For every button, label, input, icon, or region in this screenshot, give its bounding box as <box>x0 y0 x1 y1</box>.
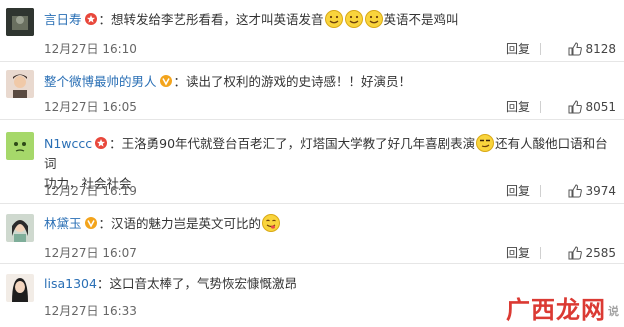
divider <box>540 185 541 197</box>
like-button[interactable]: 8051 <box>548 98 616 116</box>
username[interactable]: lisa1304 <box>44 276 97 291</box>
timestamp: 12月27日 16:19 <box>44 184 137 198</box>
comment-meta: 12月27日 16:07 回复 2585 <box>44 244 616 262</box>
comment-text: 整个微博最帅的男人 ：读出了权利的游戏的史诗感！！好演员！ <box>44 74 412 89</box>
thumbs-up-icon <box>568 246 583 260</box>
smile-emoji-icon <box>364 10 383 28</box>
comment-item: lisa1304：这口音太棒了，气势恢宏慷慨激昂 12月27日 16:33 广西… <box>0 264 624 327</box>
reply-button[interactable]: 回复 <box>506 98 530 116</box>
reply-button[interactable]: 回复 <box>506 182 530 200</box>
username[interactable]: 林黛玉 <box>44 216 82 231</box>
comment-item: N1wccc ：王洛勇90年代就登台百老汇了，灯塔国大学教了好几年喜剧表演 还有人酸… <box>0 120 624 204</box>
username[interactable]: 言日寿 <box>44 12 82 27</box>
watermark: 广西龙网说 <box>506 296 620 324</box>
smile-emoji-icon <box>344 10 363 28</box>
avatar[interactable] <box>6 132 34 160</box>
yum-emoji-icon <box>262 214 281 232</box>
divider <box>540 247 541 259</box>
comment-item: 林黛玉 ：汉语的魅力岂是英文可比的 12月27日 16:07 回复 2585 <box>0 204 624 264</box>
like-button[interactable]: 3974 <box>548 182 616 200</box>
timestamp: 12月27日 16:07 <box>44 246 137 260</box>
username[interactable]: 整个微博最帅的男人 <box>44 74 157 89</box>
timestamp: 12月27日 16:05 <box>44 100 137 114</box>
like-button[interactable]: 8128 <box>548 40 616 58</box>
comment-item: 言日寿 ：想转发给李艺彤看看，这才叫英语发音 英语不是鸡叫 12月27日 16:10… <box>0 0 624 62</box>
avatar[interactable] <box>6 214 34 242</box>
comment-meta: 12月27日 16:05 回复 8051 <box>44 98 616 116</box>
like-button[interactable]: 2585 <box>548 244 616 262</box>
thumbs-up-icon <box>568 184 583 198</box>
timestamp: 12月27日 16:10 <box>44 42 137 56</box>
username[interactable]: N1wccc <box>44 136 92 151</box>
star-badge-icon <box>95 137 108 149</box>
smile-emoji-icon <box>324 10 343 28</box>
comment-text: 林黛玉 ：汉语的魅力岂是英文可比的 <box>44 214 616 234</box>
verified-v-badge-icon <box>159 75 172 87</box>
smirk-emoji-icon <box>476 134 495 152</box>
avatar[interactable] <box>6 274 34 302</box>
thumbs-up-icon <box>568 42 583 56</box>
thumbs-up-icon <box>568 100 583 114</box>
reply-button[interactable]: 回复 <box>506 244 530 262</box>
comment-meta: 12月27日 16:19 回复 3974 <box>44 182 616 200</box>
verified-v-badge-icon <box>84 217 97 229</box>
reply-button[interactable]: 回复 <box>506 40 530 58</box>
divider <box>540 101 541 113</box>
avatar[interactable] <box>6 70 34 98</box>
comment-text: 言日寿 ：想转发给李艺彤看看，这才叫英语发音 英语不是鸡叫 <box>44 10 459 28</box>
comment-item: 整个微博最帅的男人 ：读出了权利的游戏的史诗感！！好演员！ 12月27日 16:0… <box>0 62 624 120</box>
star-badge-icon <box>84 13 97 25</box>
avatar[interactable] <box>6 8 34 36</box>
timestamp: 12月27日 16:33 <box>44 304 137 318</box>
divider <box>540 43 541 55</box>
comment-meta: 12月27日 16:10 回复 8128 <box>44 40 616 58</box>
